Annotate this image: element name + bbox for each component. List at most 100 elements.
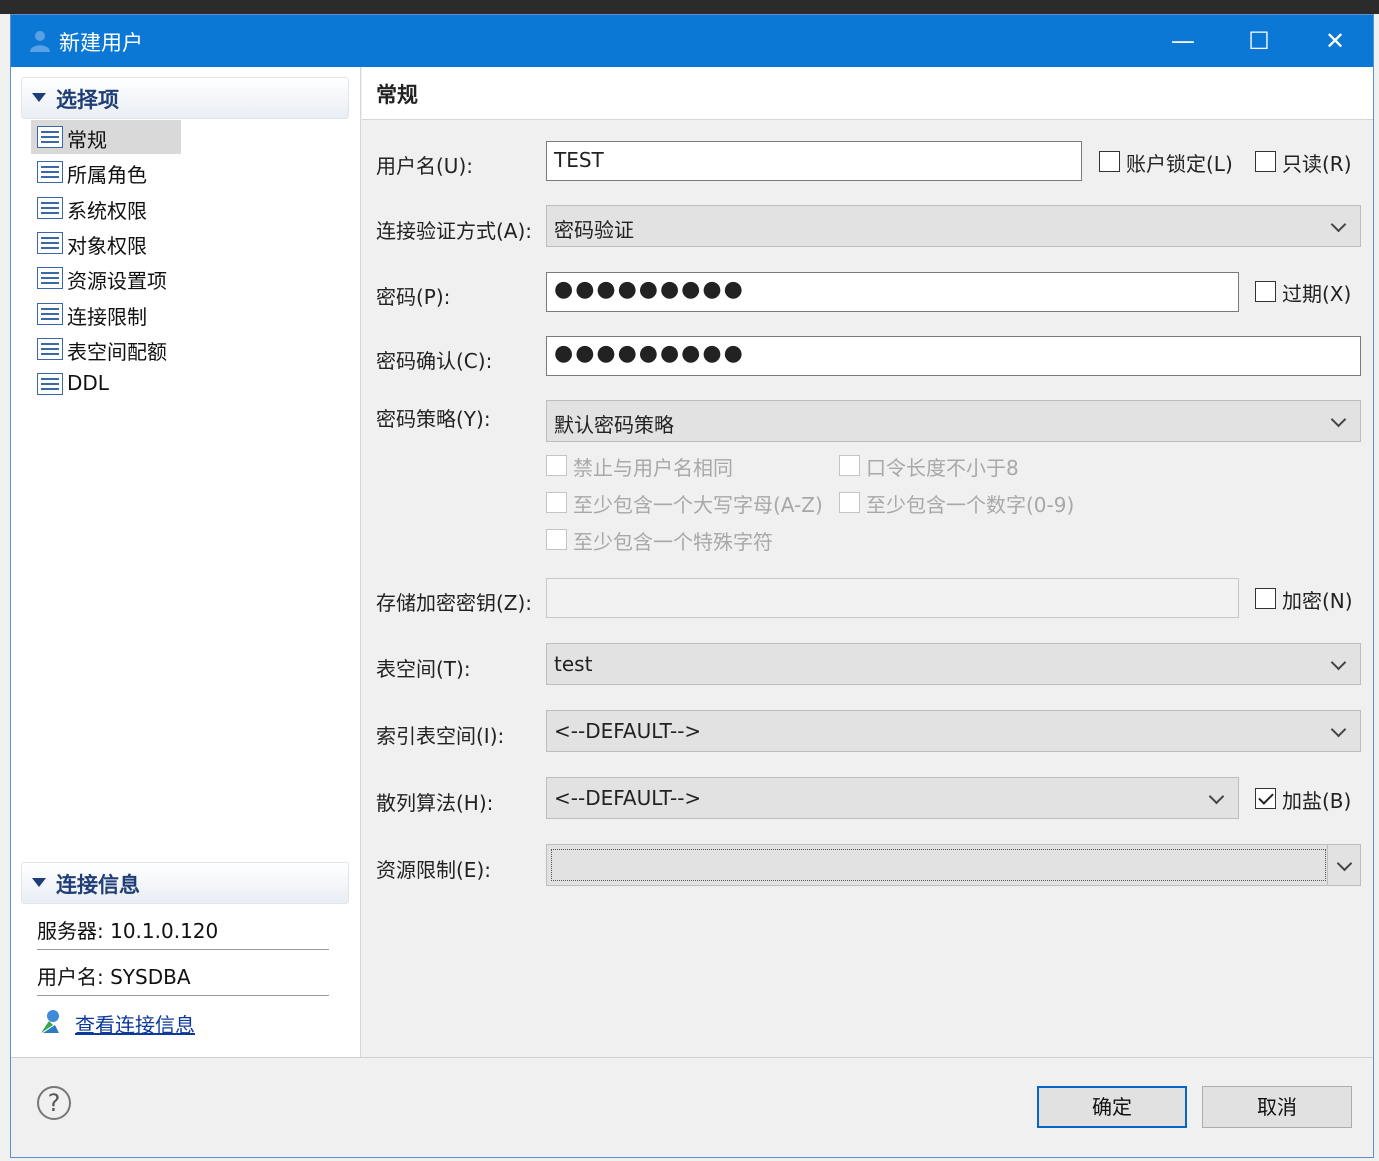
left-panel: 选择项 常规 所属角色 系统权限 对象权限 资源设置项 连接限制 表空间配额 D… [11, 67, 361, 1057]
nav-item-label: 系统权限 [67, 199, 147, 223]
nav-item-connection-limits[interactable]: 连接限制 [31, 297, 181, 331]
password-label: 密码(P): [376, 285, 451, 309]
checkbox-box [839, 455, 860, 476]
select-value: 默认密码策略 [554, 413, 674, 437]
checkbox-label: 禁止与用户名相同 [573, 456, 733, 480]
nav-item-ddl[interactable]: DDL [31, 367, 181, 401]
policy-min-length-checkbox[interactable]: 口令长度不小于8 [839, 451, 1079, 481]
password-policy-label: 密码策略(Y): [376, 407, 491, 431]
view-connection-link[interactable]: 查看连接信息 [75, 1009, 195, 1038]
nav-item-resource-settings[interactable]: 资源设置项 [31, 261, 181, 295]
new-user-dialog: 新建用户 — ☐ ✕ 选择项 常规 所属角色 系统权限 对象权限 资源设置项 连… [10, 14, 1374, 1158]
confirm-password-input[interactable]: ●●●●●●●●● [546, 336, 1361, 376]
checkbox-box [1255, 588, 1276, 609]
connection-icon [41, 1010, 59, 1033]
minimize-button[interactable]: — [1145, 15, 1221, 67]
close-button[interactable]: ✕ [1297, 15, 1373, 67]
chevron-down-icon [1208, 788, 1225, 805]
checkbox-label: 至少包含一个大写字母(A-Z) [573, 493, 823, 517]
maximize-button[interactable]: ☐ [1221, 15, 1297, 67]
server-info: 服务器: 10.1.0.120 [37, 919, 219, 943]
tablespace-label: 表空间(T): [376, 657, 471, 681]
chevron-down-icon [1336, 855, 1353, 872]
resource-limit-select[interactable] [546, 844, 1361, 886]
list-icon [37, 161, 63, 183]
checkbox-box [546, 529, 567, 550]
checkbox-box [546, 455, 567, 476]
hash-algorithm-select[interactable]: <--DEFAULT--> [546, 777, 1239, 819]
checkbox-box [1099, 151, 1120, 172]
screen-top-strip [0, 0, 1379, 14]
checkbox-label: 过期(X) [1282, 282, 1352, 306]
list-icon [37, 126, 63, 148]
nav-item-label: 连接限制 [67, 305, 147, 329]
list-icon [37, 232, 63, 254]
nav-item-system-privileges[interactable]: 系统权限 [31, 191, 181, 225]
user-icon [30, 31, 50, 52]
nav-item-label: 所属角色 [67, 163, 147, 187]
list-icon [37, 373, 63, 395]
nav-item-label: DDL [67, 371, 109, 395]
encrypt-checkbox[interactable]: 加密(N) [1255, 584, 1355, 614]
section-title-bar: 常规 [362, 67, 1373, 120]
hash-algorithm-label: 散列算法(H): [376, 791, 494, 815]
account-lock-checkbox[interactable]: 账户锁定(L) [1099, 147, 1239, 177]
select-value: <--DEFAULT--> [554, 719, 702, 743]
checkbox-label: 加密(N) [1282, 589, 1353, 613]
nav-item-tablespace-quota[interactable]: 表空间配额 [31, 332, 181, 366]
view-connection-link-row[interactable]: 查看连接信息 [37, 1007, 337, 1037]
nav-item-label: 常规 [67, 128, 107, 152]
section-title: 常规 [376, 83, 418, 107]
options-header-label: 选择项 [56, 88, 119, 112]
list-icon [37, 338, 63, 360]
list-icon [37, 303, 63, 325]
policy-digit-checkbox[interactable]: 至少包含一个数字(0-9) [839, 488, 1099, 518]
confirm-password-label: 密码确认(C): [376, 349, 493, 373]
checkbox-label: 至少包含一个数字(0-9) [866, 493, 1075, 517]
nav-item-general[interactable]: 常规 [31, 120, 181, 154]
chevron-down-icon [1330, 411, 1347, 428]
password-input[interactable]: ●●●●●●●●● [546, 272, 1239, 312]
ok-button[interactable]: 确定 [1037, 1086, 1187, 1128]
checkbox-box [1255, 281, 1276, 302]
index-tablespace-label: 索引表空间(I): [376, 724, 505, 748]
nav-item-roles[interactable]: 所属角色 [31, 155, 181, 189]
checkbox-label: 口令长度不小于8 [866, 456, 1019, 480]
nav-item-object-privileges[interactable]: 对象权限 [31, 226, 181, 260]
minimize-icon: — [1171, 27, 1195, 55]
divider [37, 949, 329, 950]
collapse-triangle-icon [32, 878, 46, 887]
index-tablespace-select[interactable]: <--DEFAULT--> [546, 710, 1361, 752]
policy-uppercase-checkbox[interactable]: 至少包含一个大写字母(A-Z) [546, 488, 826, 518]
auth-method-select[interactable]: 密码验证 [546, 205, 1361, 247]
expire-checkbox[interactable]: 过期(X) [1255, 277, 1355, 307]
cancel-button[interactable]: 取消 [1202, 1086, 1352, 1128]
window-title: 新建用户 [59, 31, 143, 55]
password-policy-select[interactable]: 默认密码策略 [546, 400, 1361, 442]
list-icon [37, 197, 63, 219]
list-icon [37, 267, 63, 289]
maximize-icon: ☐ [1248, 27, 1270, 55]
tablespace-select[interactable]: test [546, 643, 1361, 685]
select-divider [1327, 845, 1328, 885]
connection-section-header[interactable]: 连接信息 [21, 862, 349, 904]
policy-not-same-as-username-checkbox[interactable]: 禁止与用户名相同 [546, 451, 826, 481]
checkbox-box [839, 492, 860, 513]
help-icon[interactable]: ? [37, 1086, 71, 1120]
policy-special-char-checkbox[interactable]: 至少包含一个特殊字符 [546, 525, 826, 555]
readonly-checkbox[interactable]: 只读(R) [1255, 147, 1355, 177]
select-value: 密码验证 [554, 218, 634, 242]
options-section-header[interactable]: 选择项 [21, 77, 349, 119]
title-bar[interactable]: 新建用户 — ☐ ✕ [11, 15, 1373, 67]
storage-key-input[interactable] [546, 578, 1239, 618]
user-info: 用户名: SYSDBA [37, 965, 191, 989]
checkbox-box [1255, 151, 1276, 172]
resource-limit-label: 资源限制(E): [376, 858, 491, 882]
username-input[interactable]: TEST [546, 141, 1082, 181]
storage-key-label: 存储加密密钥(Z): [376, 591, 533, 615]
close-icon: ✕ [1324, 27, 1346, 55]
checkbox-label: 只读(R) [1282, 152, 1352, 176]
select-value: <--DEFAULT--> [554, 786, 702, 810]
nav-item-label: 表空间配额 [67, 340, 167, 364]
salt-checkbox[interactable]: 加盐(B) [1255, 784, 1355, 814]
